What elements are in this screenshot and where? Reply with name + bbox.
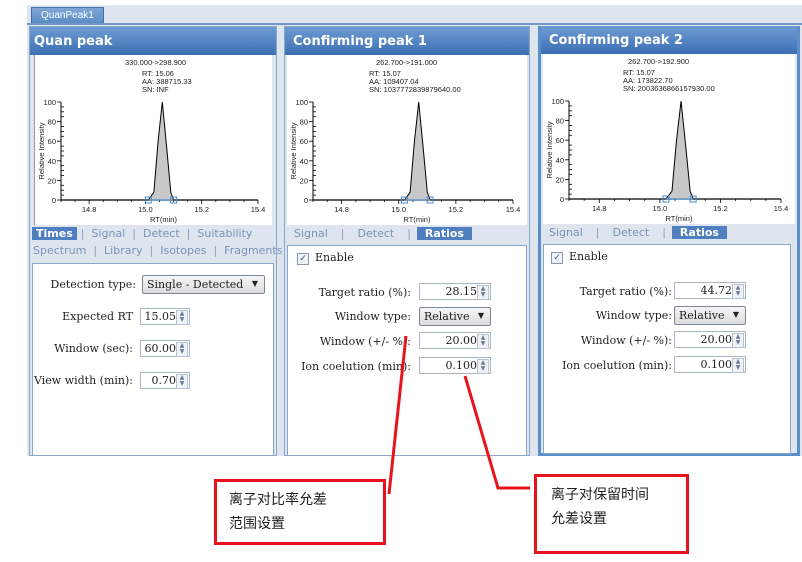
annotation-ratio-tolerance: 离子对比率允差 范围设置 [214, 479, 386, 545]
annotation-rt-tolerance: 离子对保留时间 允差设置 [534, 474, 689, 554]
annotation-text-line: 离子对保留时间 [551, 487, 649, 503]
annotation-text-line: 允差设置 [551, 511, 607, 527]
annotation-line-rt [463, 375, 530, 490]
annotation-text-line: 范围设置 [229, 516, 285, 532]
annotation-text-line: 离子对比率允差 [229, 492, 327, 508]
annotation-line-ratio [387, 335, 408, 495]
